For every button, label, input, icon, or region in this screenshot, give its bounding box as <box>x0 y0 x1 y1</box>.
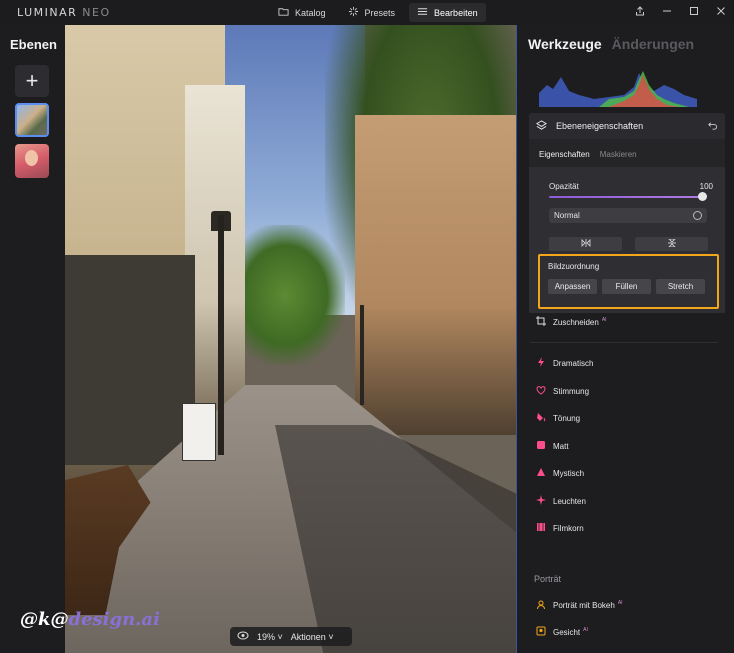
chevron-down-icon <box>693 211 702 220</box>
toning-icon <box>536 412 546 424</box>
histogram <box>539 65 697 107</box>
face-icon <box>536 626 546 638</box>
opacity-label: Opazität <box>549 182 579 191</box>
actions-dropdown[interactable]: Aktionen ˅ <box>291 632 334 642</box>
photo-canvas[interactable] <box>65 25 516 653</box>
panel-tabs: Werkzeuge Änderungen <box>528 36 694 52</box>
app-logo: LUMINAR NEO <box>17 6 111 19</box>
flip-horizontal-button[interactable] <box>549 237 622 251</box>
layers-title: Ebenen <box>10 37 57 52</box>
image-mapping-buttons: Anpassen Füllen Stretch <box>548 279 705 294</box>
top-navigation: Katalog Presets Bearbeiten <box>270 3 486 22</box>
tool-mystic[interactable]: Mystisch <box>536 467 584 479</box>
photo-toolbar: 19% ˅ Aktionen ˅ <box>230 627 352 646</box>
film-grain-icon <box>536 522 546 534</box>
tool-matte[interactable]: Matt <box>536 440 569 452</box>
tool-film-grain[interactable]: Filmkorn <box>536 522 584 534</box>
mood-icon <box>536 385 546 397</box>
tool-toning[interactable]: Tönung <box>536 412 580 424</box>
matte-icon <box>536 440 546 452</box>
presets-icon <box>348 6 359 19</box>
fit-button[interactable]: Anpassen <box>548 279 597 294</box>
lightning-icon <box>536 357 546 369</box>
tab-aenderungen[interactable]: Änderungen <box>612 36 694 52</box>
photo-shop-front <box>65 255 195 465</box>
layer-properties-header[interactable]: Ebeneneigenschaften <box>529 113 725 139</box>
opacity-value: 100 <box>699 182 713 191</box>
tab-bearbeiten[interactable]: Bearbeiten <box>409 3 486 22</box>
close-icon <box>716 6 726 19</box>
tab-katalog[interactable]: Katalog <box>270 3 334 22</box>
folder-icon <box>278 6 289 19</box>
divider <box>530 342 718 343</box>
tools-panel: Werkzeuge Änderungen Ebeneneigenschaften… <box>516 25 734 653</box>
eye-icon[interactable] <box>237 631 249 642</box>
tool-face[interactable]: Gesicht AI <box>536 626 588 638</box>
tool-portrait-bokeh[interactable]: Porträt mit Bokeh AI <box>536 599 623 611</box>
flip-vertical-button[interactable] <box>635 237 708 251</box>
opacity-slider-track[interactable] <box>549 196 703 198</box>
tool-glow[interactable]: Leuchten <box>536 495 586 507</box>
layer-thumbnail-portrait[interactable] <box>15 144 49 178</box>
mystic-icon <box>536 467 546 479</box>
add-layer-button[interactable]: + <box>15 65 49 97</box>
tab-maskieren[interactable]: Maskieren <box>600 150 637 159</box>
share-button[interactable] <box>626 0 653 25</box>
fill-button[interactable]: Füllen <box>602 279 651 294</box>
minimize-button[interactable] <box>653 0 680 25</box>
flip-buttons <box>549 237 708 251</box>
tab-presets[interactable]: Presets <box>340 3 404 22</box>
maximize-button[interactable] <box>680 0 707 25</box>
photo-lamp-post-2 <box>360 305 364 405</box>
tool-crop[interactable]: Zuschneiden AI <box>536 316 607 328</box>
reset-icon[interactable] <box>707 120 718 133</box>
flip-vertical-icon <box>667 238 677 249</box>
tool-mood[interactable]: Stimmung <box>536 385 589 397</box>
close-button[interactable] <box>707 0 734 25</box>
photo-building-right <box>355 115 516 435</box>
window-controls <box>626 0 734 25</box>
tab-werkzeuge[interactable]: Werkzeuge <box>528 36 602 52</box>
watermark: @k@design.ai <box>20 609 160 630</box>
image-mapping-label: Bildzuordnung <box>548 262 600 271</box>
title-bar: LUMINAR NEO Katalog Presets Bearbeiten <box>0 0 734 25</box>
photo-lamp-post <box>218 215 224 455</box>
flip-horizontal-icon <box>581 238 591 249</box>
zoom-dropdown[interactable]: 19% ˅ <box>257 632 283 642</box>
opacity-slider-knob[interactable] <box>698 192 707 201</box>
photo-sign-board <box>182 403 216 461</box>
edit-sliders-icon <box>417 6 428 19</box>
layer-subtabs: Eigenschaften Maskieren <box>539 150 637 159</box>
maximize-icon <box>689 6 699 19</box>
blend-mode-select[interactable]: Normal <box>549 208 707 223</box>
layers-panel: Ebenen + <box>0 25 65 653</box>
layers-stack-icon <box>536 119 547 133</box>
minimize-icon <box>662 6 672 19</box>
tab-eigenschaften[interactable]: Eigenschaften <box>539 150 590 159</box>
stretch-button[interactable]: Stretch <box>656 279 705 294</box>
crop-icon <box>536 316 546 328</box>
portrait-section-title: Porträt <box>534 574 562 584</box>
share-icon <box>635 6 645 19</box>
tool-dramatic[interactable]: Dramatisch <box>536 357 593 369</box>
layer-thumbnail-street[interactable] <box>15 103 49 137</box>
bokeh-icon <box>536 599 546 611</box>
glow-icon <box>536 495 546 507</box>
